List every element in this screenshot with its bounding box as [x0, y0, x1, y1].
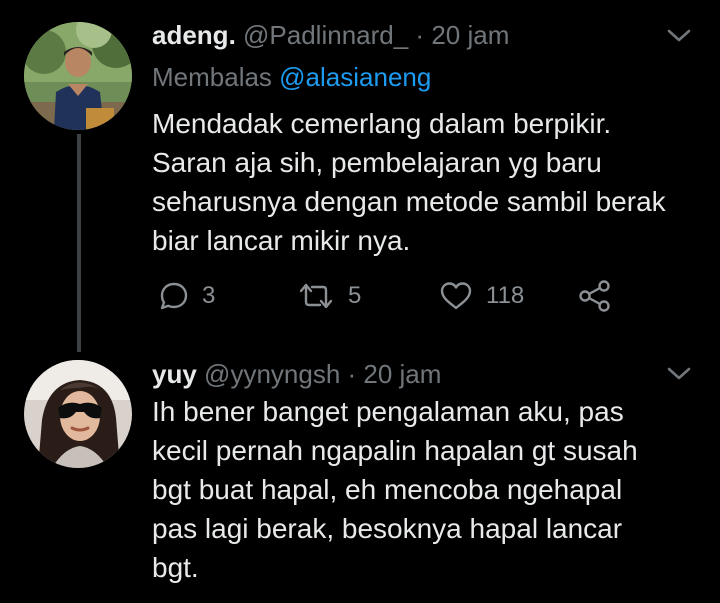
separator: · — [340, 359, 364, 389]
tweet-2[interactable]: yuy @yynyngsh · 20 jam Ih bener banget p… — [0, 352, 720, 603]
timestamp[interactable]: 20 jam — [431, 20, 509, 50]
tweet-1[interactable]: adeng. @Padlinnard_ · 20 jam Membalas @a… — [0, 0, 720, 352]
avatar-adeng[interactable] — [24, 22, 132, 130]
avatar-yuy[interactable] — [24, 360, 132, 468]
replying-to-label: Membalas — [152, 62, 280, 92]
tweet-actions: 3 5 118 — [158, 280, 628, 312]
mention-link[interactable]: @alasianeng — [279, 62, 431, 92]
avatar-photo — [24, 360, 132, 468]
user-handle[interactable]: @yynyngsh — [204, 359, 340, 389]
display-name[interactable]: yuy — [152, 359, 197, 389]
retweet-button[interactable]: 5 — [296, 280, 361, 312]
chevron-down-icon[interactable] — [666, 28, 692, 44]
tweet-text: Mendadak cemerlang dalam berpikir. Saran… — [152, 108, 666, 256]
timestamp[interactable]: 20 jam — [363, 359, 441, 389]
share-icon — [579, 280, 610, 312]
tweet-text: Ih bener banget pengalaman aku, pas keci… — [152, 396, 638, 583]
like-count: 118 — [486, 282, 525, 309]
replying-to: Membalas @alasianeng — [152, 62, 431, 92]
like-button[interactable]: 118 — [438, 280, 524, 312]
heart-icon — [440, 282, 472, 310]
tweet-header: yuy @yynyngsh · 20 jam — [152, 359, 441, 389]
retweet-icon — [299, 283, 333, 309]
retweet-count: 5 — [348, 282, 362, 309]
share-button[interactable] — [578, 280, 612, 312]
avatar-photo — [24, 22, 132, 130]
reply-count: 3 — [202, 282, 216, 309]
display-name[interactable]: adeng. — [152, 20, 236, 50]
separator: · — [408, 20, 432, 50]
thread-connector-line — [77, 134, 81, 352]
user-handle[interactable]: @Padlinnard_ — [243, 20, 408, 50]
reply-icon — [160, 282, 188, 310]
reply-button[interactable]: 3 — [158, 280, 215, 312]
chevron-down-icon[interactable] — [666, 366, 692, 382]
tweet-header: adeng. @Padlinnard_ · 20 jam — [152, 20, 509, 50]
